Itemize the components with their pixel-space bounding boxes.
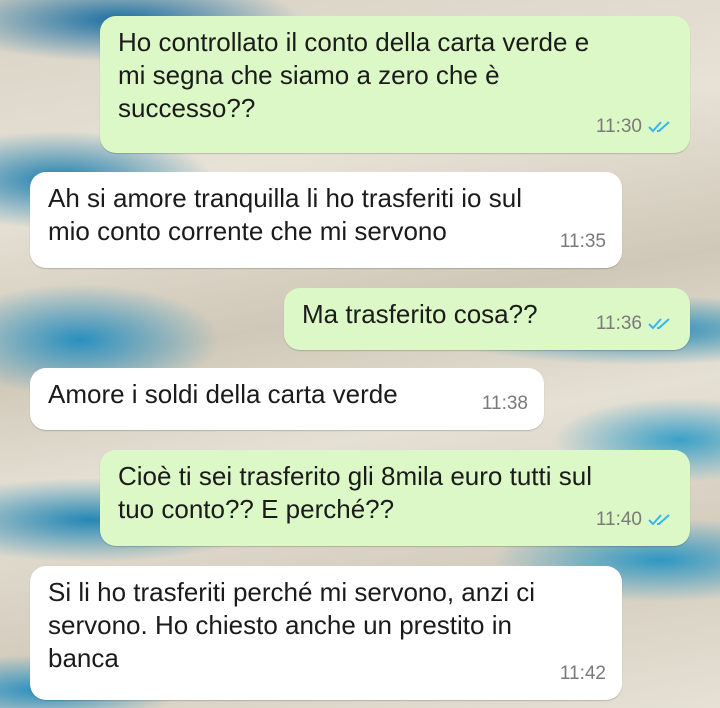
message-text: Ah si amore tranquilla li ho trasferiti … (48, 183, 522, 246)
double-check-read-icon (648, 513, 670, 525)
message-bubble-outgoing[interactable]: Ho controllato il conto della carta verd… (100, 16, 690, 153)
message-meta: 11:38 (482, 387, 528, 420)
message-meta: 11:35 (560, 225, 606, 258)
message-meta: 11:30 (596, 110, 674, 143)
message-meta: 11:40 (596, 503, 674, 536)
message-meta: 11:42 (560, 657, 606, 690)
message-time: 11:42 (559, 663, 606, 684)
message-bubble-incoming[interactable]: Si li ho trasferiti perché mi servono, a… (30, 566, 622, 700)
message-text: Amore i soldi della carta verde (48, 379, 398, 409)
message-text: Cioè ti sei trasferito gli 8mila euro tu… (118, 461, 592, 524)
message-bubble-incoming[interactable]: Ah si amore tranquilla li ho trasferiti … (30, 172, 622, 268)
message-text: Ma trasferito cosa?? (302, 299, 538, 329)
message-text: Ho controllato il conto della carta verd… (118, 27, 590, 123)
message-meta: 11:36 (596, 307, 674, 340)
message-bubble-outgoing[interactable]: Cioè ti sei trasferito gli 8mila euro tu… (100, 450, 690, 546)
message-time: 11:35 (559, 231, 606, 252)
double-check-read-icon (648, 317, 670, 329)
message-bubble-outgoing[interactable]: Ma trasferito cosa?? 11:36 (284, 288, 690, 350)
message-time: 11:40 (595, 509, 642, 530)
message-text: Si li ho trasferiti perché mi servono, a… (48, 577, 535, 673)
message-time: 11:36 (595, 313, 642, 334)
message-time: 11:38 (481, 393, 528, 414)
message-time: 11:30 (595, 116, 642, 137)
double-check-read-icon (648, 120, 670, 132)
message-bubble-incoming[interactable]: Amore i soldi della carta verde 11:38 (30, 368, 544, 430)
